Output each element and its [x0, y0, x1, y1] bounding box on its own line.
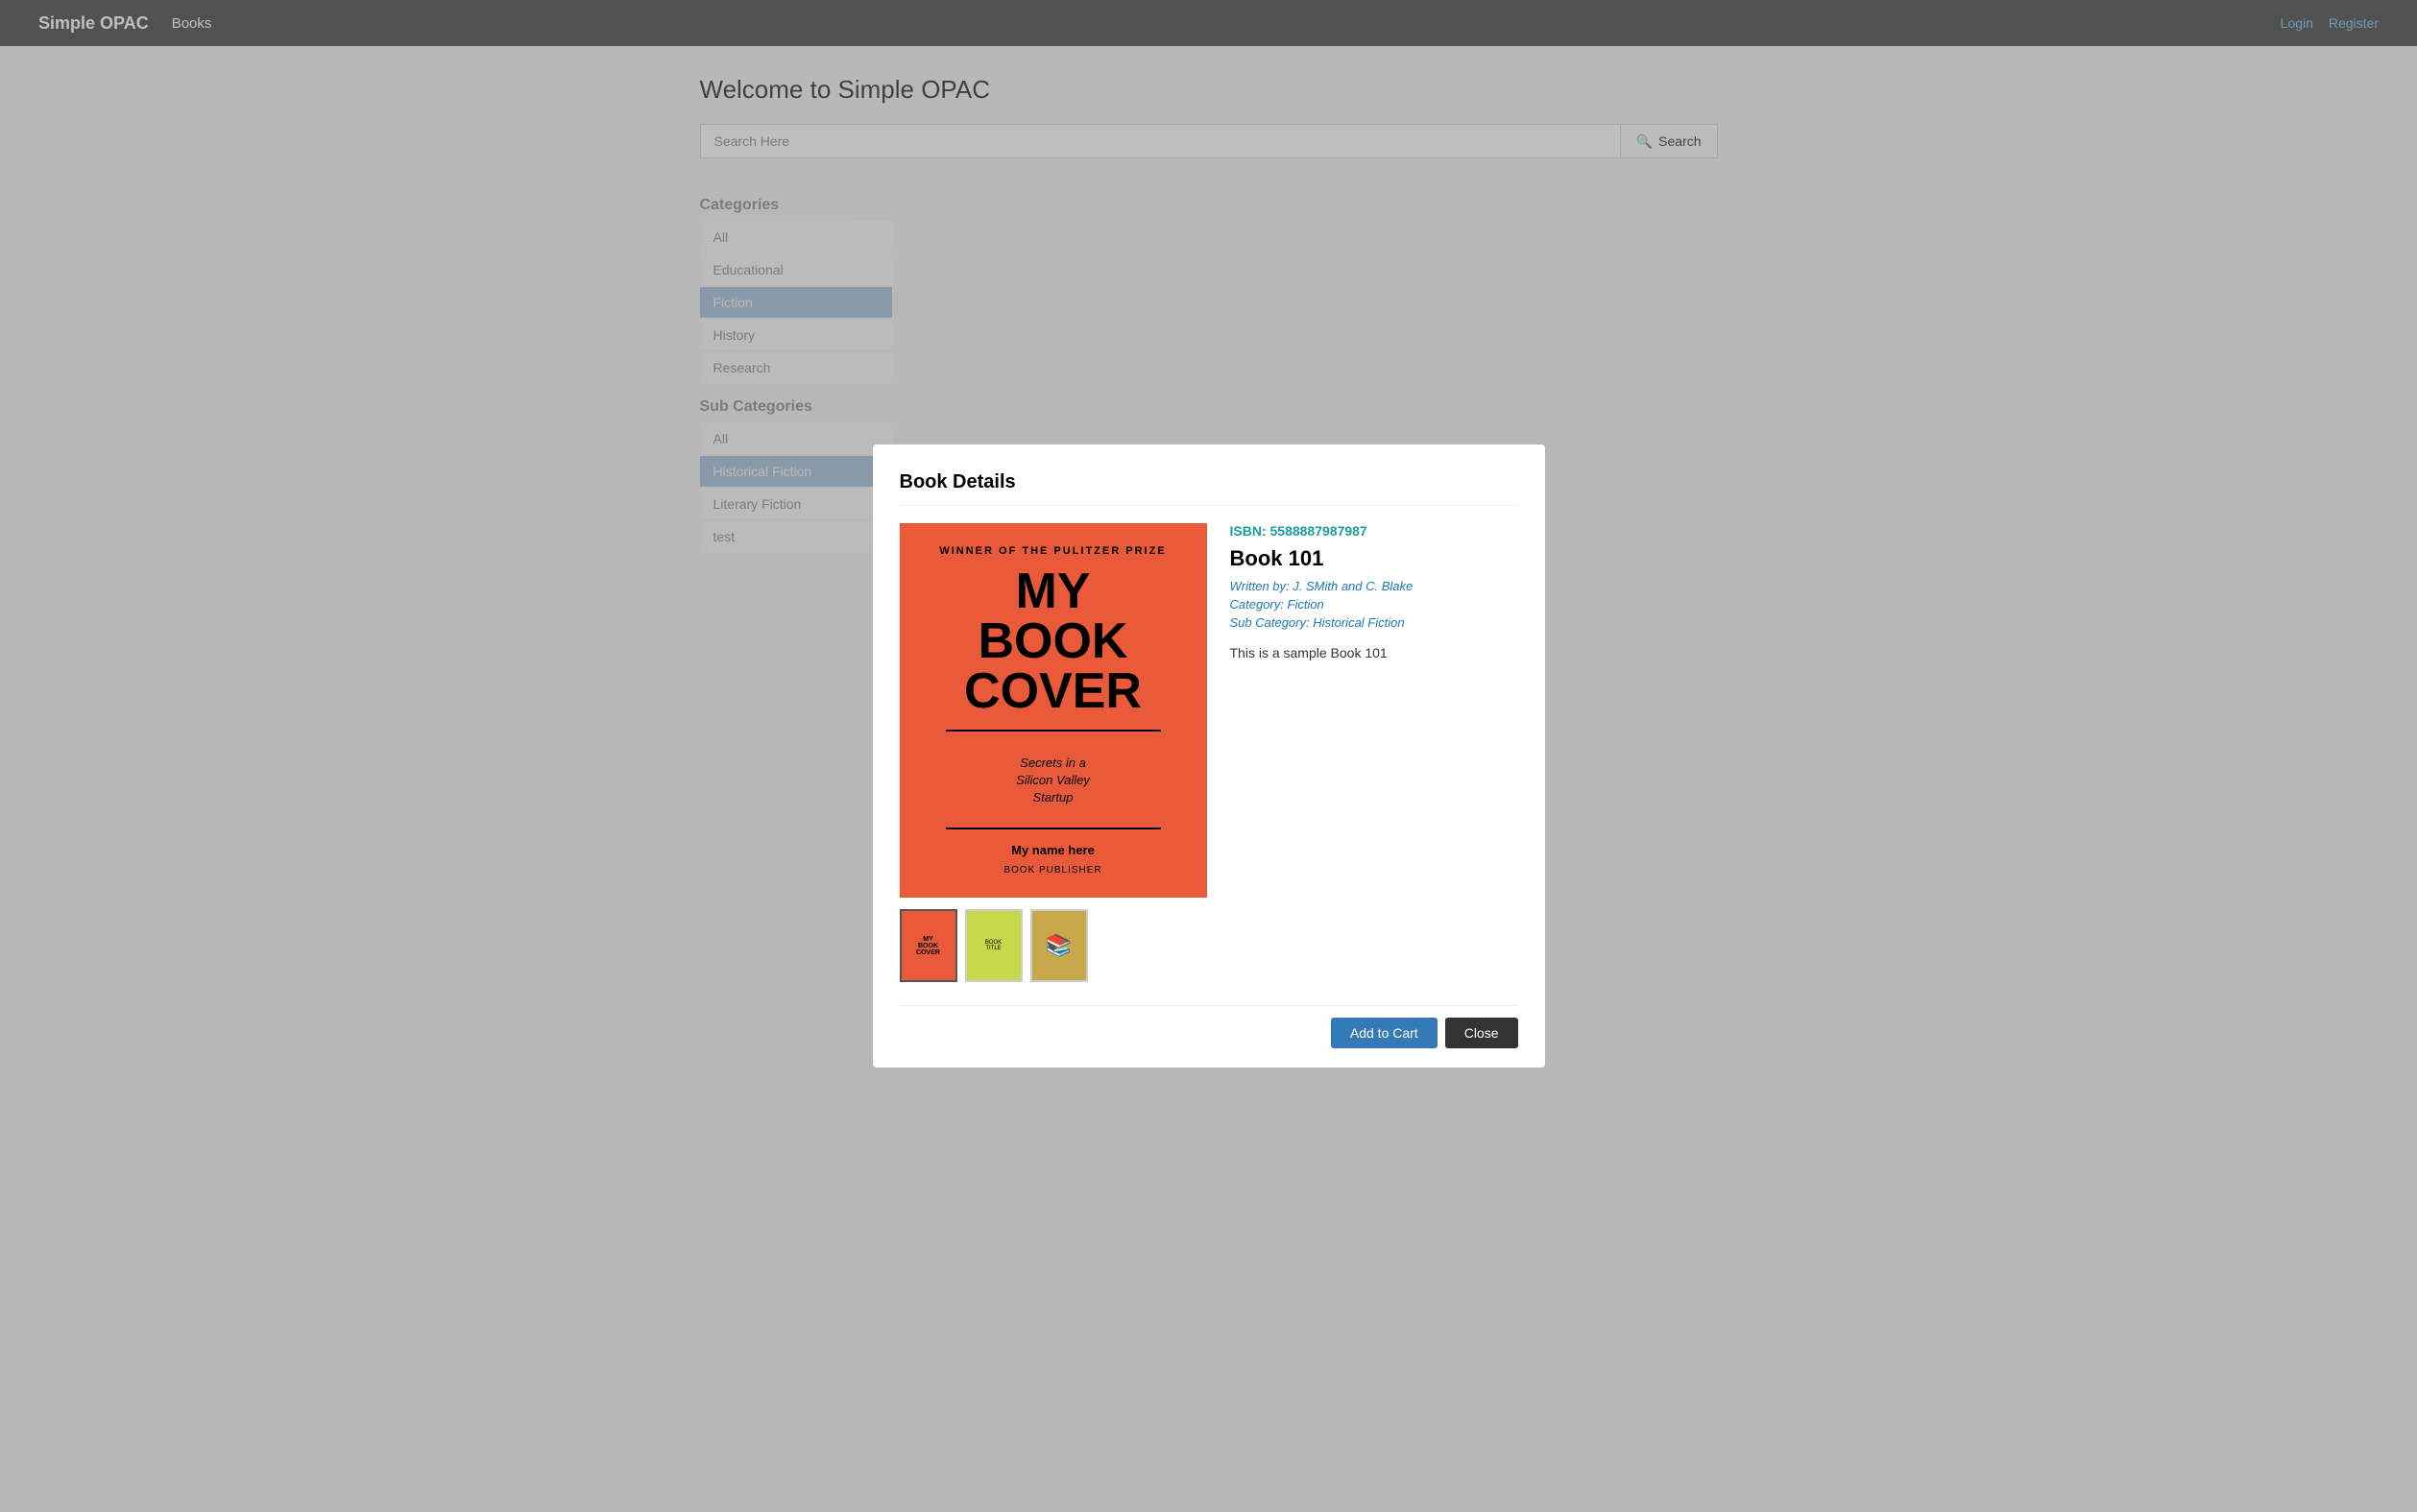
cover-divider: [946, 730, 1161, 732]
add-to-cart-button[interactable]: Add to Cart: [1331, 1018, 1438, 1048]
book-description: This is a sample Book 101: [1230, 645, 1518, 660]
category-label: Category:: [1230, 597, 1284, 612]
thumbnail-3[interactable]: 📚: [1030, 909, 1088, 982]
thumbnail-2-label: BOOKTITLE: [985, 940, 1002, 951]
book-category: Fiction: [1288, 597, 1324, 612]
main-content: Welcome to Simple OPAC 🔍 Search Categori…: [681, 46, 1737, 583]
subcategory-label: Sub Category:: [1230, 615, 1310, 630]
close-button[interactable]: Close: [1445, 1018, 1518, 1048]
modal-body: Winner of the Pulitzer Prize MY BOOK COV…: [900, 523, 1518, 982]
modal-overlay: Book Details Winner of the Pulitzer Priz…: [0, 0, 2417, 1512]
cover-divider2: [946, 828, 1161, 829]
book-author: J. SMith and C. Blake: [1293, 579, 1413, 593]
book-cover-main: Winner of the Pulitzer Prize MY BOOK COV…: [900, 523, 1207, 898]
cover-publisher: Book Publisher: [1003, 865, 1101, 876]
thumbnail-3-icon: 📚: [1046, 933, 1072, 958]
book-subcategory: Historical Fiction: [1313, 615, 1404, 630]
book-details-modal: Book Details Winner of the Pulitzer Priz…: [873, 444, 1545, 1068]
cover-title-line2: BOOK: [978, 613, 1127, 669]
book-name: Book 101: [1230, 546, 1518, 571]
modal-title: Book Details: [900, 471, 1518, 506]
thumbnail-2[interactable]: BOOKTITLE: [965, 909, 1023, 982]
cover-title: MY BOOK COVER: [964, 566, 1142, 716]
cover-pulitzer: Winner of the Pulitzer Prize: [939, 545, 1166, 557]
book-isbn: ISBN: 5588887987987: [1230, 523, 1518, 539]
book-category-row: Category: Fiction: [1230, 597, 1518, 612]
book-written-by: Written by: J. SMith and C. Blake: [1230, 579, 1518, 593]
thumbnail-1[interactable]: MYBOOKCOVER: [900, 909, 957, 982]
book-info: ISBN: 5588887987987 Book 101 Written by:…: [1230, 523, 1518, 982]
cover-title-line1: MY: [1015, 564, 1090, 619]
cover-author: My name here: [1011, 843, 1095, 857]
modal-footer: Add to Cart Close: [900, 1005, 1518, 1048]
written-by-label: Written by:: [1230, 579, 1290, 593]
thumbnail-1-label: MYBOOKCOVER: [916, 936, 940, 956]
cover-title-line3: COVER: [964, 663, 1142, 719]
thumbnails: MYBOOKCOVER BOOKTITLE 📚: [900, 909, 1207, 982]
layout: Categories AllEducationalFictionHistoryR…: [700, 181, 1718, 554]
cover-subtitle: Secrets in aSilicon ValleyStartup: [1016, 755, 1090, 807]
book-cover-section: Winner of the Pulitzer Prize MY BOOK COV…: [900, 523, 1207, 982]
book-subcategory-row: Sub Category: Historical Fiction: [1230, 615, 1518, 630]
